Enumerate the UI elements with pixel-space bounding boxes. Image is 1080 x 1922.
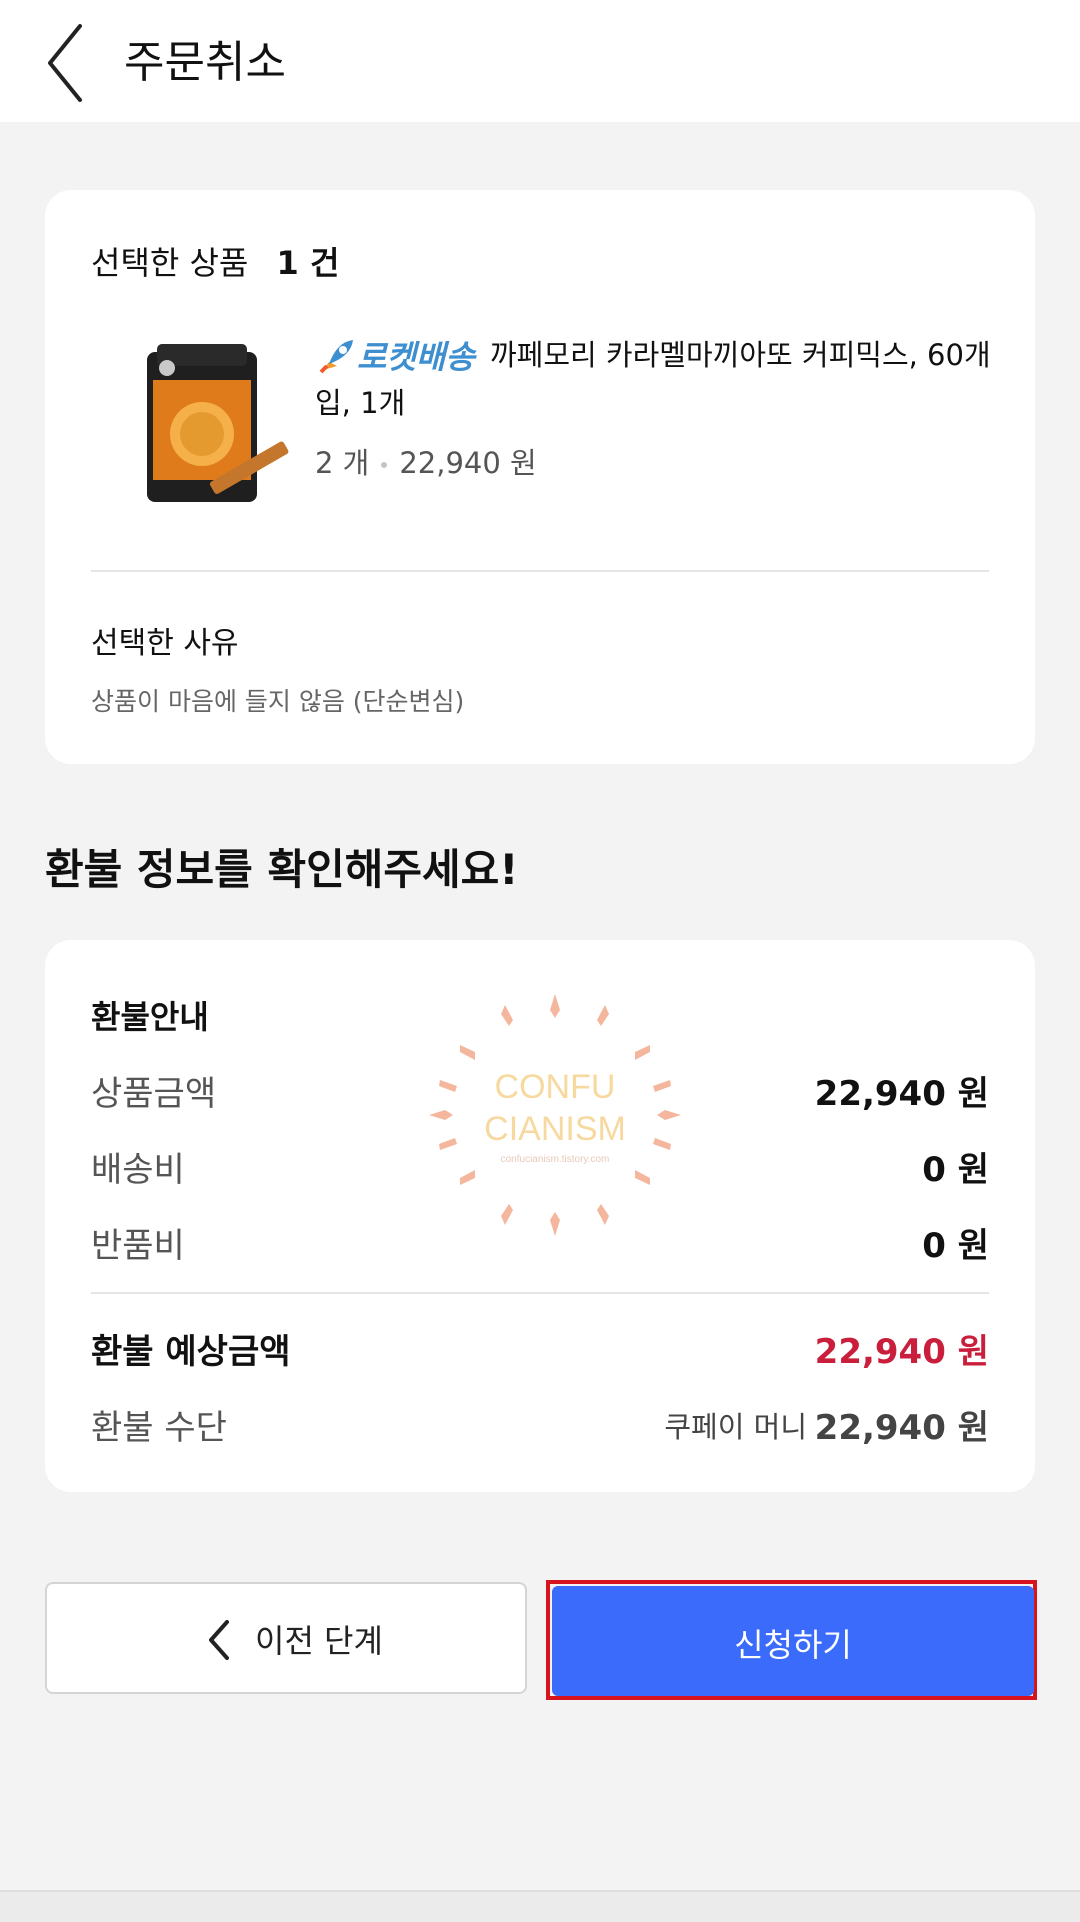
page-title: 주문취소 <box>124 37 286 88</box>
selected-product-heading: 선택한 상품 1 건 <box>91 238 339 284</box>
separator-dot <box>381 462 388 468</box>
method-label: 환불 수단 <box>91 1408 227 1448</box>
chevron-left-icon <box>209 1620 229 1660</box>
chevron-left-icon <box>48 24 82 102</box>
method-value: 22,940 원 <box>814 1408 989 1448</box>
row-value: 0 원 <box>922 1150 989 1190</box>
rocket-icon <box>319 340 353 374</box>
refund-expected-row: 환불 예상금액 22,940 원 <box>91 1316 989 1376</box>
reason-label: 선택한 사유 <box>91 626 239 661</box>
header: 주문취소 <box>0 0 1080 122</box>
refund-row-return-fee: 반품비 0 원 <box>91 1210 989 1270</box>
product-price: 22,940 원 <box>399 446 537 480</box>
refund-row-product-amount: 상품금액 22,940 원 <box>91 1058 989 1118</box>
previous-step-button[interactable]: 이전 단계 <box>45 1582 527 1694</box>
product-thumbnail <box>147 344 289 502</box>
refund-row-shipping-fee: 배송비 0 원 <box>91 1134 989 1194</box>
row-label: 배송비 <box>91 1150 185 1190</box>
selected-product-count: 1 건 <box>276 244 340 282</box>
method-name: 쿠페이 머니 <box>664 1410 807 1444</box>
reason-text: 상품이 마음에 들지 않음 (단순변심) <box>91 687 465 716</box>
rocket-delivery-label: 로켓배송 <box>357 338 475 376</box>
refund-method-row: 환불 수단 쿠페이 머니 22,940 원 <box>91 1392 989 1452</box>
expected-label: 환불 예상금액 <box>91 1332 291 1372</box>
submit-label: 신청하기 <box>734 1626 852 1664</box>
divider <box>91 570 989 572</box>
back-button[interactable] <box>38 18 108 108</box>
product-info[interactable]: 로켓배송 까페모리 카라멜마끼아또 커피믹스, 60개입, 1개 <box>315 332 995 426</box>
product-quantity: 2 개 <box>315 446 370 480</box>
selected-product-label: 선택한 상품 <box>91 244 249 282</box>
submit-button[interactable]: 신청하기 <box>552 1586 1034 1696</box>
bottom-bar <box>0 1890 1080 1922</box>
divider <box>91 1292 989 1294</box>
refund-info-card: 환불안내 CONFU CIANISM confucianism.tistory.… <box>45 940 1035 1492</box>
row-label: 반품비 <box>91 1226 185 1266</box>
selected-product-card: 선택한 상품 1 건 로켓배송 까페모리 카라멜마끼아또 커피믹스, 60개입,… <box>45 190 1035 764</box>
rocket-delivery-badge: 로켓배송 <box>315 334 475 380</box>
row-value: 0 원 <box>922 1226 989 1266</box>
refund-guide-title: 환불안내 <box>91 998 209 1036</box>
row-value: 22,940 원 <box>814 1074 989 1114</box>
row-label: 상품금액 <box>91 1074 217 1114</box>
expected-value: 22,940 원 <box>814 1332 989 1372</box>
refund-section-title: 환불 정보를 확인해주세요! <box>45 845 519 894</box>
previous-step-label: 이전 단계 <box>255 1622 383 1660</box>
product-meta: 2 개 22,940 원 <box>315 440 537 482</box>
